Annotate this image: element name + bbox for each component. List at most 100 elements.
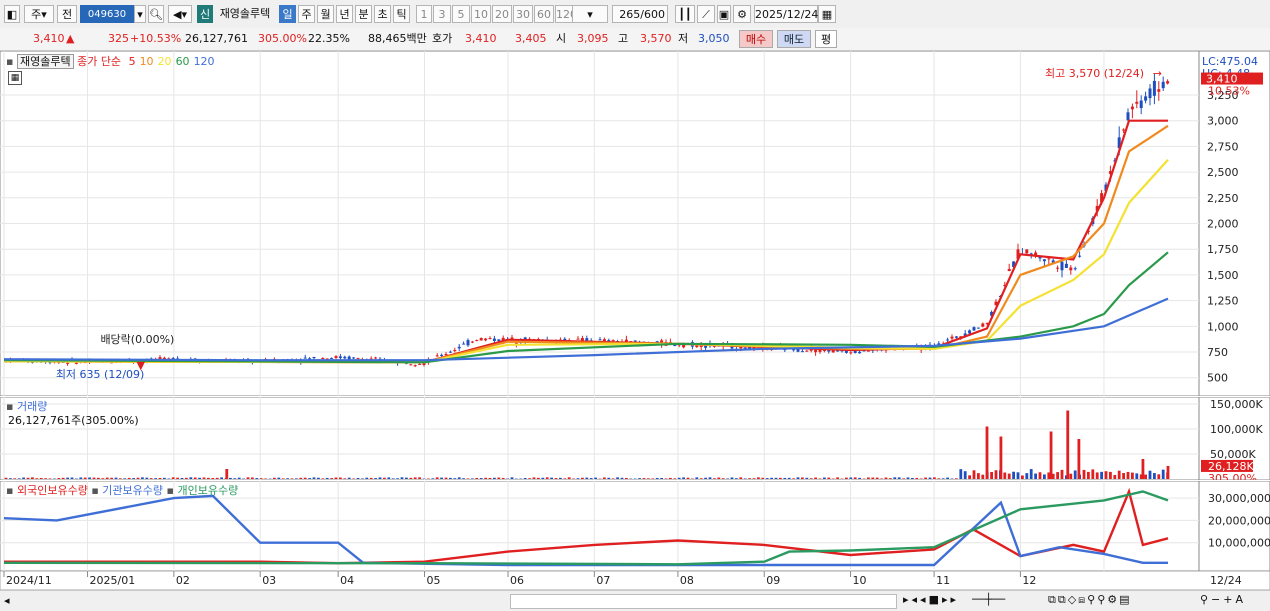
volume-bar bbox=[198, 478, 201, 479]
period-tab[interactable]: 초 bbox=[374, 5, 391, 23]
volume-bar bbox=[163, 478, 166, 479]
bar-count-field[interactable]: 265/600 bbox=[612, 5, 668, 23]
period-tab[interactable]: 주 bbox=[298, 5, 315, 23]
search-icon[interactable]: 🔍︎ bbox=[148, 5, 164, 23]
period-tab[interactable]: 월 bbox=[317, 5, 334, 23]
volume-bar bbox=[704, 478, 707, 479]
volume-bar bbox=[709, 477, 712, 479]
ma-legend-item[interactable]: 20 bbox=[158, 55, 172, 68]
candle-body bbox=[475, 340, 478, 341]
interval-button[interactable]: 30 bbox=[513, 5, 533, 23]
interval-select[interactable]: ▾ bbox=[572, 5, 608, 23]
volume-bar bbox=[924, 478, 927, 479]
volume-spike bbox=[1050, 432, 1053, 480]
volume-bar bbox=[717, 478, 720, 479]
candle-body bbox=[1056, 268, 1059, 269]
ma-legend-item[interactable]: 5 bbox=[129, 55, 136, 68]
interval-button[interactable]: 60 bbox=[534, 5, 554, 23]
volume-bar bbox=[1069, 474, 1072, 479]
sound-toggle-icon[interactable]: ◀▾ bbox=[168, 5, 192, 23]
candle-type-icon[interactable]: ┃┃ bbox=[675, 5, 695, 23]
candle-body bbox=[977, 328, 980, 329]
foreign-holdings-title[interactable]: 외국인보유수량 bbox=[17, 484, 88, 497]
volume-bar bbox=[414, 477, 417, 479]
bid-price: 3,405 bbox=[515, 31, 547, 47]
volume-bar bbox=[189, 477, 192, 479]
code-dropdown-icon[interactable]: ▾ bbox=[134, 5, 146, 23]
save-icon[interactable]: ▣ bbox=[717, 5, 731, 23]
volume-bar bbox=[1149, 471, 1152, 479]
chart-scrollbar[interactable]: ◂ ▸◂◂■▸▸ ──┼── ⧉⧉◇⧈⚲⚲⚙▤ ⚲−+A bbox=[0, 590, 1270, 611]
volume-bar bbox=[590, 478, 593, 479]
gear-icon[interactable]: ⚙ bbox=[733, 5, 751, 23]
volume-bar bbox=[911, 478, 914, 479]
volume-bar bbox=[1122, 473, 1125, 479]
x-axis-label: 07 bbox=[596, 574, 610, 587]
x-axis-label: 03 bbox=[262, 574, 276, 587]
candle-body bbox=[436, 355, 439, 356]
chart-tools-icon[interactable]: ⧉⧉◇⧈⚲⚲⚙▤ bbox=[1048, 593, 1132, 607]
volume-bar bbox=[115, 478, 118, 479]
ma-legend-item[interactable]: 10 bbox=[140, 55, 154, 68]
interval-button[interactable]: 20 bbox=[492, 5, 512, 23]
candle-body bbox=[1008, 269, 1011, 271]
volume-bar bbox=[458, 477, 461, 479]
interval-button[interactable]: 5 bbox=[452, 5, 470, 23]
window-menu-icon[interactable]: ◧ bbox=[4, 5, 20, 23]
volume-bar bbox=[1144, 475, 1147, 479]
volume-bar bbox=[766, 478, 769, 479]
legend-stock-name[interactable]: 재영솔루텍 bbox=[17, 54, 74, 69]
period-tab[interactable]: 분 bbox=[355, 5, 372, 23]
ma-legend-item[interactable]: 120 bbox=[194, 55, 215, 68]
low-price: 3,050 bbox=[698, 31, 730, 47]
avg-button[interactable]: 평 bbox=[815, 30, 837, 48]
scroll-thumb[interactable] bbox=[510, 594, 897, 609]
volume-bar bbox=[35, 478, 38, 479]
volume-bar bbox=[141, 477, 144, 479]
institution-holdings-title[interactable]: 기관보유수량 bbox=[102, 484, 163, 497]
volume-bar bbox=[40, 478, 43, 479]
interval-button[interactable]: 1 bbox=[416, 5, 432, 23]
candle-body bbox=[453, 350, 456, 351]
dividend-annotation: 배당락(0.00%) bbox=[100, 333, 174, 346]
bar-total: /600 bbox=[640, 8, 665, 21]
volume-bar bbox=[260, 478, 263, 479]
candle-body bbox=[343, 357, 346, 359]
volume-bar bbox=[84, 478, 87, 479]
holdings-pane: 10,000,00020,000,00030,000,000 ▪ 외국인보유수량… bbox=[0, 481, 1270, 571]
calendar-icon[interactable]: ▦ bbox=[818, 5, 836, 23]
candle-body bbox=[968, 330, 971, 333]
market-select[interactable]: 주▾ bbox=[24, 5, 54, 23]
zoom-slider-icon[interactable]: ──┼── bbox=[972, 593, 1005, 606]
volume-bar bbox=[93, 478, 96, 479]
volume-bar bbox=[137, 478, 140, 479]
candle-body bbox=[489, 338, 492, 339]
date-input[interactable]: 2025/12/24 bbox=[754, 5, 818, 23]
ma-legend-item[interactable]: 60 bbox=[176, 55, 190, 68]
volume-bar bbox=[1118, 471, 1121, 479]
volume-bar bbox=[880, 478, 883, 479]
volume-bar bbox=[295, 478, 298, 479]
period-tab[interactable]: 틱 bbox=[393, 5, 410, 23]
volume-bar bbox=[22, 478, 25, 479]
data-table-icon[interactable]: ▦ bbox=[8, 71, 22, 85]
period-tab[interactable]: 일 bbox=[279, 5, 296, 23]
candle-body bbox=[612, 340, 615, 341]
interval-button[interactable]: 3 bbox=[433, 5, 451, 23]
volume-spike bbox=[225, 469, 228, 479]
x-axis-label: 2025/01 bbox=[90, 574, 136, 587]
stock-code-input[interactable]: 049630 bbox=[80, 5, 134, 23]
change-value: 325 bbox=[108, 31, 129, 47]
prev-button[interactable]: 전 bbox=[57, 5, 77, 23]
volume-bar bbox=[933, 477, 936, 479]
line-tool-icon[interactable]: ⟋ bbox=[697, 5, 715, 23]
scroll-left-icon[interactable]: ◂ bbox=[4, 594, 10, 607]
zoom-controls-icon[interactable]: ⚲−+A bbox=[1200, 593, 1246, 606]
sell-button[interactable]: 매도 bbox=[777, 30, 811, 48]
volume-bar bbox=[968, 475, 971, 479]
playback-controls-icon[interactable]: ▸◂◂■▸▸ bbox=[903, 593, 959, 606]
individual-holdings-title[interactable]: 개인보유수량 bbox=[177, 484, 238, 497]
period-tab[interactable]: 년 bbox=[336, 5, 353, 23]
buy-button[interactable]: 매수 bbox=[739, 30, 773, 48]
interval-button[interactable]: 10 bbox=[471, 5, 491, 23]
